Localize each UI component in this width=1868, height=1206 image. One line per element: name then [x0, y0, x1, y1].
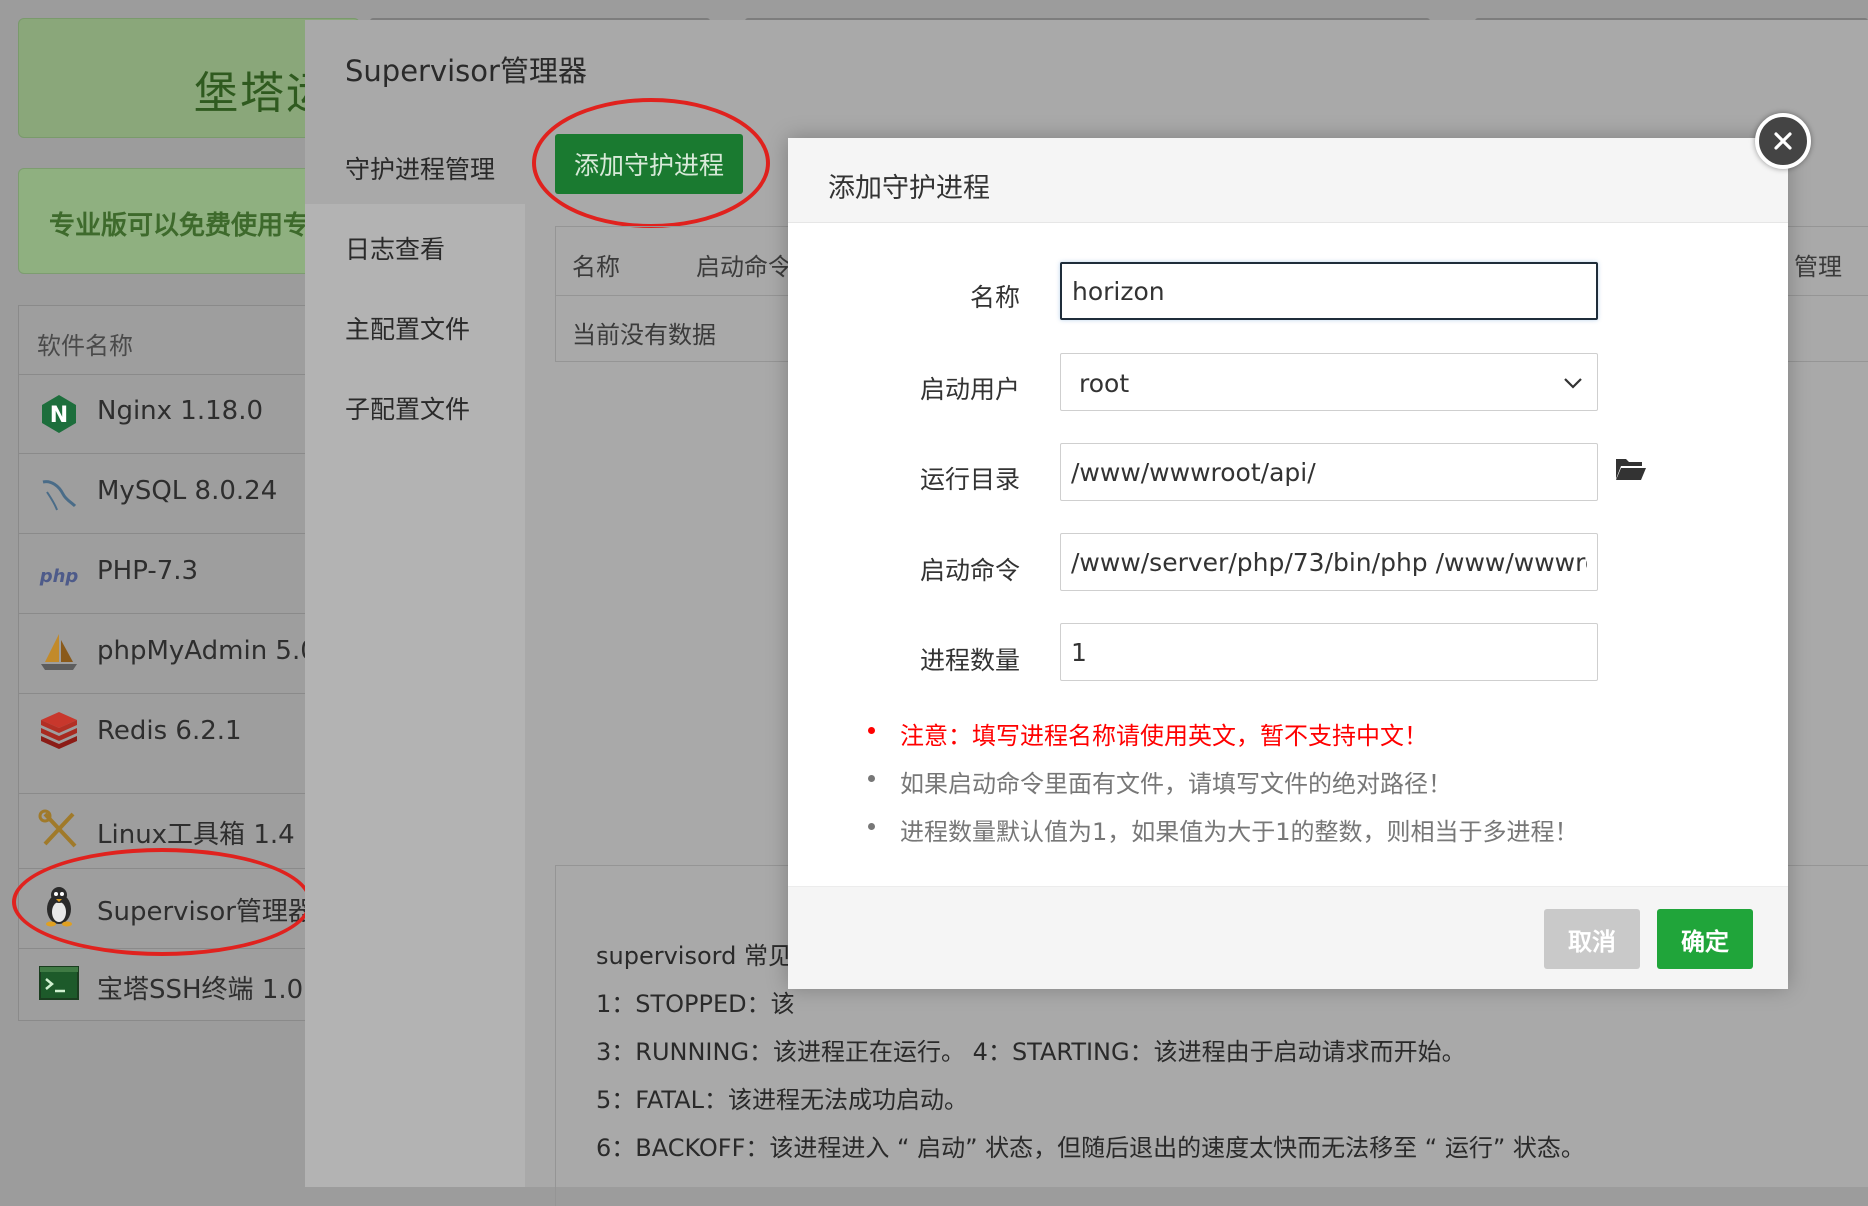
- software-row-nginx[interactable]: N Nginx 1.18.0: [19, 374, 319, 454]
- cancel-button[interactable]: 取消: [1544, 909, 1640, 969]
- help-line: 1：STOPPED：该: [596, 990, 795, 1018]
- user-select-value: root: [1079, 369, 1130, 398]
- software-header-label: 软件名称: [37, 332, 133, 360]
- count-input[interactable]: [1060, 623, 1598, 681]
- chevron-down-icon: [1564, 378, 1582, 389]
- nav-item-logs[interactable]: 日志查看: [345, 230, 445, 266]
- tip-text: 如果启动命令里面有文件，请填写文件的绝对路径！: [900, 770, 1452, 798]
- table-empty-text: 当前没有数据: [572, 321, 716, 349]
- col-command: 启动命令: [696, 253, 792, 281]
- help-line: 6：BACKOFF：该进程进入 “ 启动” 状态，但随后退出的速度太快而无法移至…: [596, 1134, 1585, 1162]
- bg-promo-text: 专业版可以免费使用专: [49, 211, 310, 241]
- software-row-phpmyadmin[interactable]: phpMyAdmin 5.0: [19, 614, 319, 694]
- panel-title: Supervisor管理器: [345, 54, 587, 88]
- annotation-ring: [532, 98, 770, 228]
- bullet-icon: [868, 823, 875, 830]
- software-name: Nginx 1.18.0: [97, 396, 264, 426]
- software-name: phpMyAdmin 5.0: [97, 636, 317, 666]
- dir-input[interactable]: [1060, 443, 1598, 501]
- annotation-ring: [12, 848, 312, 956]
- user-select[interactable]: root: [1060, 353, 1598, 411]
- software-row-mysql[interactable]: MySQL 8.0.24: [19, 454, 319, 534]
- software-row-redis[interactable]: Redis 6.2.1: [19, 694, 319, 794]
- nav-item-sub-config[interactable]: 子配置文件: [345, 390, 470, 426]
- phpmyadmin-icon: [41, 634, 77, 670]
- nginx-icon: N: [42, 395, 76, 433]
- nav-item-daemon[interactable]: 守护进程管理: [345, 150, 495, 186]
- name-input[interactable]: [1060, 262, 1598, 320]
- redis-icon: [41, 712, 77, 749]
- confirm-button[interactable]: 确定: [1657, 909, 1753, 969]
- software-name: Redis 6.2.1: [97, 716, 242, 746]
- software-name: Linux工具箱 1.4: [97, 820, 295, 850]
- name-label: 名称: [969, 283, 1020, 312]
- software-row-php[interactable]: php PHP-7.3: [19, 534, 319, 614]
- col-manage: 管理: [1794, 253, 1842, 281]
- tools-icon: [38, 809, 77, 848]
- help-line: 5：FATAL：该进程无法成功启动。: [596, 1086, 969, 1114]
- command-input[interactable]: [1060, 533, 1598, 591]
- svg-text:php: php: [39, 566, 79, 587]
- terminal-icon: [39, 966, 79, 1000]
- nav-item-main-config[interactable]: 主配置文件: [345, 310, 470, 346]
- col-name: 名称: [572, 253, 620, 281]
- svg-text:N: N: [50, 403, 68, 428]
- software-row-ssh[interactable]: 宝塔SSH终端 1.0: [19, 949, 319, 1019]
- command-label: 启动命令: [919, 556, 1020, 585]
- help-line: supervisord 常见: [596, 942, 792, 970]
- dir-label: 运行目录: [919, 465, 1020, 494]
- add-daemon-dialog: 添加守护进程 名称 启动用户 root 运行目录 启动命令 进程数量 注意：填写…: [788, 138, 1788, 989]
- bullet-icon: [868, 727, 875, 734]
- php-icon: php: [39, 566, 79, 587]
- dialog-header: 添加守护进程: [788, 138, 1788, 223]
- user-label: 启动用户: [919, 375, 1020, 404]
- close-icon: [1774, 132, 1792, 150]
- tip-text: 进程数量默认值为1，如果值为大于1的整数，则相当于多进程！: [900, 818, 1579, 846]
- count-label: 进程数量: [919, 646, 1020, 675]
- software-name: MySQL 8.0.24: [97, 476, 278, 506]
- dialog-close-button[interactable]: [1755, 113, 1811, 169]
- dialog-footer: 取消 确定: [788, 886, 1788, 989]
- mysql-icon: [42, 480, 77, 511]
- software-list-header: 软件名称: [19, 306, 319, 375]
- tip-text: 注意：填写进程名称请使用英文，暂不支持中文！: [900, 722, 1428, 750]
- dialog-title: 添加守护进程: [828, 173, 990, 204]
- folder-open-icon[interactable]: [1615, 456, 1647, 482]
- bullet-icon: [868, 775, 875, 782]
- panel-nav: 守护进程管理 日志查看 主配置文件 子配置文件: [305, 120, 525, 1187]
- help-line: 3：RUNNING：该进程正在运行。 4：STARTING：该进程由于启动请求而…: [596, 1038, 1466, 1066]
- software-name: PHP-7.3: [97, 556, 199, 586]
- software-name: 宝塔SSH终端 1.0: [97, 975, 304, 1005]
